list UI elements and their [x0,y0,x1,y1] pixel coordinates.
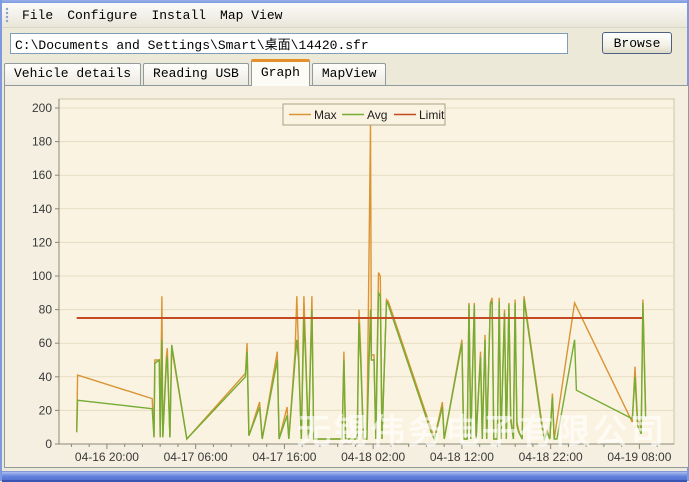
file-path-input[interactable] [10,32,568,54]
x-tick-label: 04-17 16:00 [252,450,316,464]
browse-button[interactable]: Browse [602,32,672,54]
tab-reading-usb[interactable]: Reading USB [143,63,249,85]
y-tick-label: 40 [39,370,53,384]
tab-graph[interactable]: Graph [250,59,310,86]
y-tick-label: 20 [39,403,53,417]
y-tick-label: 100 [32,269,52,283]
tab-mapview[interactable]: MapView [311,63,387,85]
x-tick-label: 04-18 12:00 [430,450,494,464]
menu-grip-handle[interactable] [5,7,9,23]
y-tick-label: 120 [32,235,52,249]
window-bottom-border [2,471,687,482]
menu-map-view[interactable]: Map View [213,6,289,25]
app-window: FileConfigureInstallMap View Browse Vehi… [0,0,689,482]
y-tick-label: 80 [39,303,53,317]
menu-install[interactable]: Install [144,6,213,25]
y-tick-label: 200 [32,101,52,115]
file-path-bar: Browse [2,28,687,58]
y-tick-label: 180 [32,135,52,149]
tab-bar: Vehicle details Reading USB Graph MapView [2,58,687,86]
menu-configure[interactable]: Configure [60,6,144,25]
tab-vehicle-details[interactable]: Vehicle details [4,63,142,85]
y-tick-label: 160 [32,168,52,182]
legend-label-limit: Limit [419,108,445,122]
speed-chart: 0 20 40 60 80 100 120 140 160 180 200 04-16 20:00 04… [32,98,675,464]
x-tick-label: 04-19 08:00 [607,450,671,464]
x-tick-label: 04-17 06:00 [164,450,228,464]
legend-label-max: Max [314,108,337,122]
y-tick-label: 140 [32,202,52,216]
legend: Max Avg Limit [282,103,446,126]
x-tick-label: 04-16 20:00 [75,450,139,464]
x-tick-label: 04-18 02:00 [341,450,405,464]
menu-items: File Configure Install Map View [15,6,289,25]
menu-file[interactable]: File [15,6,60,25]
y-tick-label: 0 [45,437,52,451]
y-tick-label: 60 [39,336,53,350]
menu-bar: File Configure Install Map View [2,3,687,28]
x-tick-label: 04-18 22:00 [519,450,583,464]
legend-label-avg: Avg [367,108,387,122]
graph-tab-panel: 0 20 40 60 80 100 120 140 160 180 200 04-16 20:00 04… [4,85,689,468]
